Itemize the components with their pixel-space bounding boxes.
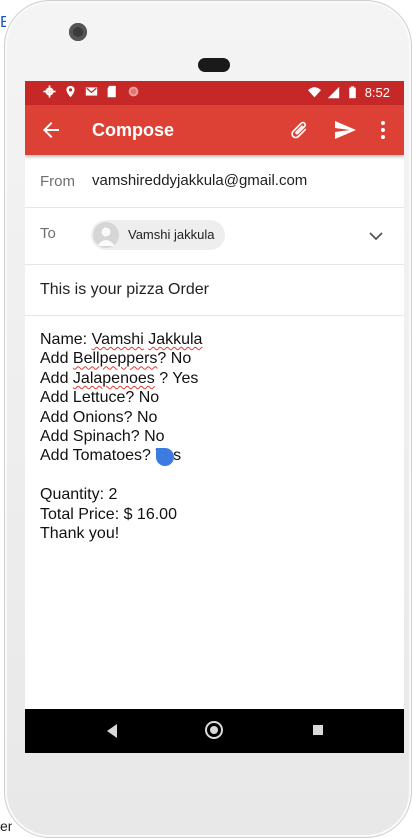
body-line-tomatoes: Add Tomatoes? Yes — [40, 447, 182, 465]
sd-card-icon — [107, 85, 116, 98]
nav-recents-icon[interactable] — [313, 725, 323, 735]
recipient-avatar — [93, 222, 119, 248]
spell-flagged-word: Jalapenoes — [72, 369, 155, 387]
body-line-jalapenoes: Add Jalapenoes ? Yes — [40, 369, 390, 388]
status-bar: 8:52 — [25, 81, 404, 105]
recipient-chip[interactable]: Vamshi jakkula — [91, 220, 225, 250]
background-fragment-bottom: en — [0, 818, 12, 834]
to-label: To — [40, 225, 56, 242]
bell-prefix: Add — [40, 350, 73, 368]
app-bar-title: Compose — [92, 120, 175, 140]
jal-prefix: Add — [40, 369, 73, 387]
chevron-down-icon[interactable] — [368, 228, 384, 244]
nav-home-icon[interactable] — [205, 721, 223, 739]
earpiece-speaker — [198, 58, 230, 72]
location-icon — [66, 85, 75, 98]
spell-flagged-word: Jakkula — [148, 331, 203, 348]
signal-icon — [327, 86, 339, 99]
status-time: 8:52 — [364, 85, 390, 100]
subject-row[interactable]: This is your pizza Order — [25, 265, 404, 316]
attach-icon[interactable] — [288, 119, 310, 141]
body-line-quantity: Quantity: 2 — [40, 486, 118, 504]
jal-suffix: ? Yes — [154, 369, 199, 387]
nav-back-icon[interactable] — [105, 723, 119, 739]
body-line-thanks: Thank you! — [40, 524, 120, 542]
status-right-icons: 8:52 — [307, 85, 390, 100]
spell-flagged-word: Bellpeppers — [72, 350, 158, 368]
settings-icon — [43, 85, 56, 98]
body-line-total: Total Price: $ 16.00 — [40, 505, 177, 523]
body-line-lettuce: Add Lettuce? No — [40, 389, 160, 407]
wifi-icon — [307, 87, 321, 98]
recipient-name: Vamshi jakkula — [128, 227, 215, 242]
status-left-icons — [43, 85, 140, 98]
spell-flagged-word: Vamshi — [91, 331, 144, 348]
body-blank-line — [40, 466, 390, 485]
phone-frame: 8:52 Compose From vamshireddyjakkula@gma… — [4, 0, 412, 838]
body-line-bellpeppers: Add Bellpeppers? No — [40, 349, 390, 368]
to-row[interactable]: To Vamshi jakkula — [25, 208, 404, 265]
from-row[interactable]: From vamshireddyjakkula@gmail.com — [25, 155, 404, 208]
person-icon — [97, 227, 115, 246]
system-nav-bar — [25, 709, 404, 753]
compose-app-bar: Compose — [25, 105, 404, 155]
back-arrow-icon[interactable] — [39, 118, 63, 142]
front-camera — [69, 23, 87, 41]
bell-suffix: ? No — [157, 350, 192, 368]
subject-field[interactable]: This is your pizza Order — [40, 281, 209, 299]
phone-screen: 8:52 Compose From vamshireddyjakkula@gma… — [25, 81, 404, 753]
more-vert-icon[interactable] — [373, 118, 393, 142]
battery-icon — [348, 86, 356, 99]
send-icon[interactable] — [333, 118, 357, 142]
text-cursor-handle[interactable] — [156, 448, 174, 466]
from-address[interactable]: vamshireddyjakkula@gmail.com — [92, 172, 307, 189]
gmail-icon — [85, 87, 98, 96]
from-label: From — [40, 173, 75, 190]
body-line-spinach: Add Spinach? No — [40, 427, 165, 445]
name-prefix: Name: — [40, 331, 92, 348]
body-line-name: Name: Vamshi Jakkula — [40, 330, 390, 349]
record-icon — [128, 86, 139, 97]
body-line-onions: Add Onions? No — [40, 408, 158, 426]
background-fragment-top: E — [0, 14, 6, 31]
message-body[interactable]: Name: Vamshi Jakkula Add Bellpeppers? No… — [40, 330, 390, 543]
